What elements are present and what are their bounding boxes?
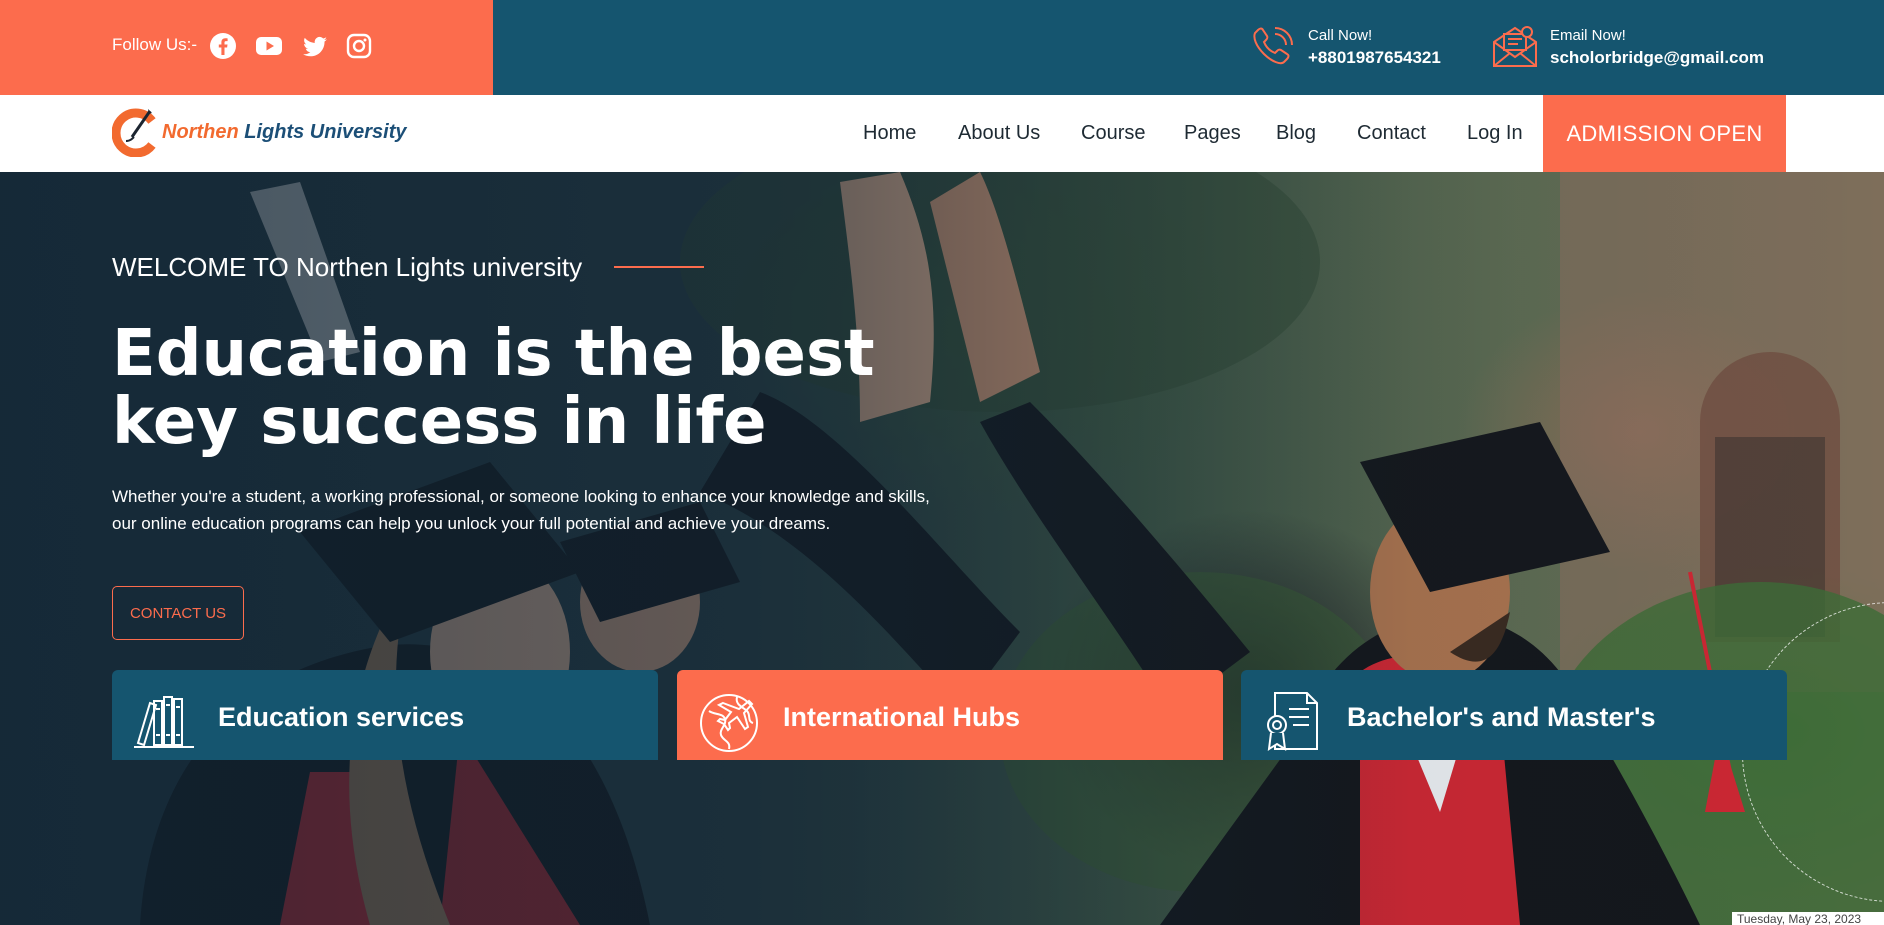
welcome-divider bbox=[614, 266, 704, 268]
contact-us-button[interactable]: CONTACT US bbox=[112, 586, 244, 640]
nav-contact[interactable]: Contact bbox=[1357, 122, 1426, 145]
phone-number[interactable]: +8801987654321 bbox=[1308, 48, 1441, 68]
hero-overlay bbox=[0, 172, 1884, 925]
hero-welcome: WELCOME TO Northen Lights university bbox=[112, 252, 583, 282]
hero-subtext: Whether you're a student, a working prof… bbox=[112, 487, 930, 533]
top-bar: Follow Us:- Call Now! +8801987654321 Ema… bbox=[0, 0, 1884, 95]
card-title: International Hubs bbox=[783, 702, 1021, 732]
nav-about-us[interactable]: About Us bbox=[958, 122, 1040, 145]
logo-text: Northen Lights University bbox=[162, 120, 407, 143]
twitter-icon[interactable] bbox=[300, 31, 330, 61]
globe-plane-icon bbox=[700, 694, 758, 752]
main-nav: Northen Lights University Home About Us … bbox=[0, 95, 1884, 172]
email-block[interactable]: Email Now! scholorbridge@gmail.com bbox=[1490, 22, 1764, 72]
email-address[interactable]: scholorbridge@gmail.com bbox=[1550, 48, 1764, 68]
follow-label: Follow Us:- bbox=[112, 35, 198, 54]
call-label: Call Now! bbox=[1308, 26, 1373, 44]
site-logo[interactable]: Northen Lights University bbox=[112, 107, 407, 157]
instagram-icon[interactable] bbox=[344, 31, 374, 61]
nav-home[interactable]: Home bbox=[863, 122, 916, 145]
nav-course[interactable]: Course bbox=[1081, 122, 1145, 145]
call-block[interactable]: Call Now! +8801987654321 bbox=[1248, 22, 1441, 72]
admission-open-button[interactable]: ADMISSION OPEN bbox=[1543, 95, 1786, 172]
phone-icon bbox=[1253, 27, 1293, 65]
card-title: Education services bbox=[218, 702, 465, 732]
envelope-icon bbox=[1493, 26, 1537, 67]
card-international-hubs[interactable]: International Hubs bbox=[677, 670, 1223, 760]
nav-pages[interactable]: Pages bbox=[1184, 122, 1241, 145]
card-title: Bachelor's and Master's bbox=[1347, 702, 1656, 732]
youtube-icon[interactable] bbox=[254, 31, 284, 61]
nav-log-in[interactable]: Log In bbox=[1467, 122, 1523, 145]
date-stamp: Tuesday, May 23, 2023 bbox=[1732, 912, 1884, 925]
nav-blog[interactable]: Blog bbox=[1276, 122, 1316, 145]
social-bar: Follow Us:- bbox=[0, 0, 493, 95]
hero-headline: Education is the best key success in lif… bbox=[112, 317, 875, 459]
books-icon bbox=[134, 696, 194, 748]
facebook-icon[interactable] bbox=[208, 31, 238, 61]
email-label: Email Now! bbox=[1550, 26, 1626, 44]
certificate-icon bbox=[1267, 692, 1318, 751]
logo-icon bbox=[112, 108, 156, 157]
card-education-services[interactable]: Education services bbox=[112, 670, 658, 760]
hero-section: WELCOME TO Northen Lights university Edu… bbox=[0, 172, 1884, 925]
card-bachelors-masters[interactable]: Bachelor's and Master's bbox=[1241, 670, 1787, 760]
